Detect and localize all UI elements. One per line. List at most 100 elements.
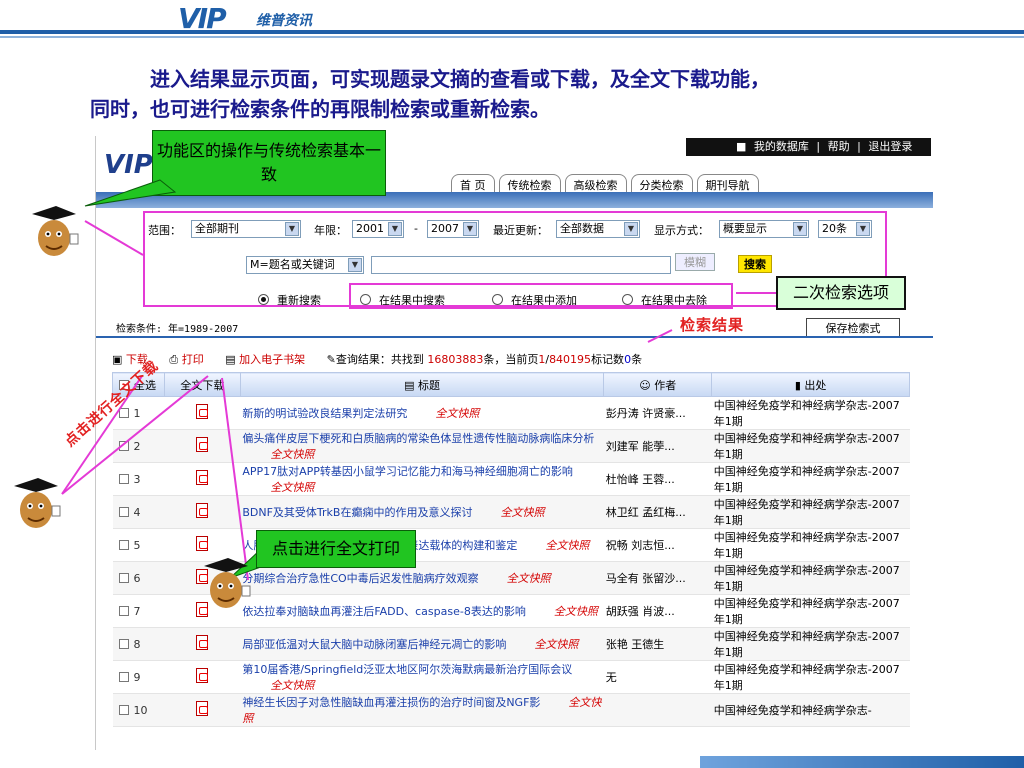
fulltext-snapshot-link[interactable]: 全文快照 — [500, 506, 544, 519]
article-title[interactable]: APP17肽对APP转基因小鼠学习记忆能力和海马神经细胞凋亡的影响 — [242, 465, 573, 478]
label-secondary-search: 二次检索选项 — [776, 276, 906, 310]
fulltext-download-cell[interactable] — [164, 396, 241, 430]
article-title[interactable]: 依达拉奉对脑缺血再灌注后FADD、caspase-8表达的影响 — [242, 605, 526, 618]
article-title[interactable]: 局部亚低温对大鼠大脑中动脉闭塞后神经元凋亡的影响 — [242, 638, 506, 651]
header-stripe — [0, 30, 1024, 34]
author-cell: 马全有 张留沙... — [603, 561, 712, 595]
source-cell: 中国神经免疫学和神经病学杂志-2007年1期 — [711, 561, 910, 595]
fulltext-snapshot-link[interactable]: 全文快照 — [545, 539, 589, 552]
vip-logo-cn: 维普资讯 — [256, 13, 312, 29]
source-cell: 中国神经免疫学和神经病学杂志-2007年1期 — [711, 528, 910, 562]
source-cell: 中国神经免疫学和神经病学杂志-2007年1期 — [711, 594, 910, 628]
floppy-icon: ▣ — [112, 353, 123, 366]
row-number: 5 — [133, 538, 141, 552]
document-icon: ▤ — [404, 378, 415, 392]
checkbox — [118, 473, 129, 484]
table-row: 8 局部亚低温对大鼠大脑中动脉闭塞后神经元凋亡的影响 全文快照 张艳 王德生 中国神经免… — [112, 627, 910, 661]
table-row: 9 第10届香港/Springfield泛亚太地区阿尔茨海默病最新治疗国际会议全文… — [112, 660, 910, 694]
title-cell[interactable]: BDNF及其受体TrkB在癫痫中的作用及意义探讨 全文快照 — [240, 495, 604, 529]
separator: | — [857, 140, 861, 153]
article-title[interactable]: 偏头痛伴皮层下梗死和白质脑病的常染色体显性遗传性脑动脉病临床分析 — [242, 432, 594, 445]
fulltext-download-cell[interactable] — [164, 660, 241, 694]
help-link[interactable]: 帮助 — [828, 140, 850, 153]
article-title[interactable]: 第10届香港/Springfield泛亚太地区阿尔茨海默病最新治疗国际会议 — [242, 663, 572, 676]
edit-icon: ✎ — [326, 353, 336, 366]
row-select[interactable]: 3 — [112, 462, 165, 496]
title-cell[interactable]: 依达拉奉对脑缺血再灌注后FADD、caspase-8表达的影响 全文快照 — [240, 594, 604, 628]
fulltext-snapshot-link[interactable]: 全文快照 — [270, 448, 314, 461]
row-number: 10 — [133, 703, 148, 717]
article-title[interactable]: 神经生长因子对急性脑缺血再灌注损伤的治疗时间窗及NGF影 — [242, 696, 540, 709]
source-cell: 中国神经免疫学和神经病学杂志-2007年1期 — [711, 429, 910, 463]
row-select[interactable]: 10 — [112, 693, 165, 727]
title-cell[interactable]: 偏头痛伴皮层下梗死和白质脑病的常染色体显性遗传性脑动脉病临床分析全文快照 — [240, 429, 604, 463]
article-title[interactable]: 新斯的明试验改良结果判定法研究 — [242, 407, 407, 420]
fulltext-snapshot-link[interactable]: 全文快照 — [270, 679, 314, 692]
title-cell[interactable]: 局部亚低温对大鼠大脑中动脉闭塞后神经元凋亡的影响 全文快照 — [240, 627, 604, 661]
checkbox — [118, 605, 129, 616]
author-cell: 杜怡峰 王蓉... — [603, 462, 712, 496]
intro-line1: 进入结果显示页面，可实现题录文摘的查看或下载，及全文下载功能， — [150, 67, 770, 91]
pdf-icon — [196, 503, 209, 518]
fulltext-snapshot-link[interactable]: 全文快照 — [554, 605, 598, 618]
row-number: 8 — [133, 637, 141, 651]
fulltext-download-cell[interactable] — [164, 627, 241, 661]
source-cell: 中国神经免疫学和神经病学杂志-2007年1期 — [711, 660, 910, 694]
row-number: 6 — [133, 571, 141, 585]
row-number: 3 — [133, 472, 141, 486]
fulltext-snapshot-link[interactable]: 全文快照 — [507, 572, 551, 585]
title-cell[interactable]: 新斯的明试验改良结果判定法研究 全文快照 — [240, 396, 604, 430]
result-prefix: 查询结果：共找到 — [335, 353, 428, 366]
title-cell[interactable]: APP17肽对APP转基因小鼠学习记忆能力和海马神经细胞凋亡的影响全文快照 — [240, 462, 604, 496]
fulltext-snapshot-link[interactable]: 全文快照 — [435, 407, 479, 420]
source-cell: 中国神经免疫学和神经病学杂志-2007年1期 — [711, 462, 910, 496]
row-select[interactable]: 7 — [112, 594, 165, 628]
author-header: ☺ 作者 — [603, 372, 713, 397]
fulltext-download-cell[interactable] — [164, 495, 241, 529]
checkbox — [118, 704, 129, 715]
fulltext-snapshot-link[interactable]: 全文快照 — [534, 638, 578, 651]
row-select[interactable]: 6 — [112, 561, 165, 595]
marked-count: 0 — [624, 353, 632, 366]
print-tool[interactable]: ⎙ 打印 — [169, 353, 203, 366]
label-search-results: 检索结果 — [680, 316, 745, 334]
footer-stripe — [700, 756, 1024, 768]
printer-icon: ⎙ — [169, 353, 179, 366]
radio-options-highlight — [349, 283, 733, 309]
mascot-icon — [32, 206, 79, 256]
search-condition: 检索条件: 年=1989-2007 — [116, 324, 239, 335]
title-cell[interactable]: 第10届香港/Springfield泛亚太地区阿尔茨海默病最新治疗国际会议全文快… — [240, 660, 604, 694]
pdf-icon — [196, 635, 209, 650]
my-database-link[interactable]: 我的数据库 — [754, 140, 809, 153]
add-shelf-tool[interactable]: ▤ 加入电子书架 — [225, 353, 305, 366]
save-query-button[interactable]: 保存检索式 — [806, 318, 900, 338]
row-number: 7 — [133, 604, 141, 618]
row-select[interactable]: 2 — [112, 429, 165, 463]
author-cell: 刘建军 能荸... — [603, 429, 712, 463]
total-count: 16803883 — [427, 353, 484, 366]
fulltext-download-cell[interactable] — [164, 693, 241, 727]
row-number: 4 — [133, 505, 141, 519]
mascot-icon — [14, 478, 61, 528]
table-row: 4 BDNF及其受体TrkB在癫痫中的作用及意义探讨 全文快照 林卫红 孟红梅... 中… — [112, 495, 910, 529]
article-title[interactable]: 分期综合治疗急性CO中毒后迟发性脑病疗效观察 — [242, 572, 478, 585]
row-select[interactable]: 5 — [112, 528, 165, 562]
logout-link[interactable]: 退出登录 — [868, 140, 912, 153]
fulltext-snapshot-link[interactable]: 全文快照 — [270, 481, 314, 494]
title-cell[interactable]: 神经生长因子对急性脑缺血再灌注损伤的治疗时间窗及NGF影 全文快照 — [240, 693, 604, 727]
intro-line2: 同时，也可进行检索条件的再限制检索或重新检索。 — [90, 97, 550, 121]
checkbox — [118, 506, 129, 517]
row-number: 1 — [133, 406, 141, 420]
callout-function-area: 功能区的操作与传统检索基本一致 — [152, 130, 386, 196]
row-select[interactable]: 9 — [112, 660, 165, 694]
author-header-label: 作者 — [654, 378, 677, 392]
fulltext-download-cell[interactable] — [164, 462, 241, 496]
row-select[interactable]: 4 — [112, 495, 165, 529]
article-title[interactable]: BDNF及其受体TrkB在癫痫中的作用及意义探讨 — [242, 506, 472, 519]
author-cell — [603, 693, 712, 727]
checkbox — [118, 407, 129, 418]
row-select[interactable]: 8 — [112, 627, 165, 661]
fulltext-download-cell[interactable] — [164, 429, 241, 463]
source-header: ▮ 出处 — [711, 372, 910, 397]
table-row: 10 神经生长因子对急性脑缺血再灌注损伤的治疗时间窗及NGF影 全文快照 中国神经免疫… — [112, 693, 910, 727]
